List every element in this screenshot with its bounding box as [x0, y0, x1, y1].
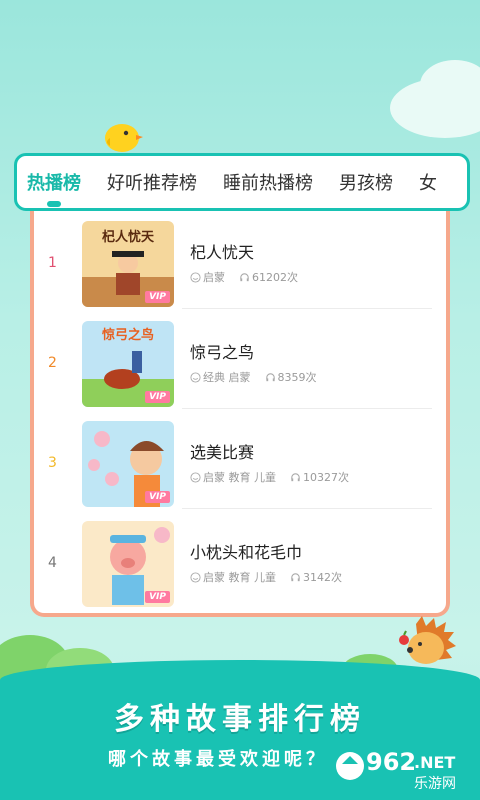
story-ranking-list: 1 杞人忧天 VIP 杞人忧天 启蒙 61202次 2 惊弓之鸟 VIP 惊弓之…: [30, 211, 450, 617]
tab-girls[interactable]: 女: [419, 169, 437, 195]
story-tags: 启蒙: [203, 271, 225, 284]
story-meta: 启蒙 教育 儿童 3142次: [190, 569, 342, 585]
list-item[interactable]: 2 惊弓之鸟 VIP 惊弓之鸟 经典 启蒙 8359次: [34, 311, 446, 409]
tab-recommend[interactable]: 好听推荐榜: [107, 169, 197, 195]
story-title: 杞人忧天: [190, 243, 255, 262]
tab-label: 女: [419, 173, 437, 194]
smile-icon: [190, 371, 201, 383]
row-divider: [182, 308, 432, 309]
headphones-icon: [265, 372, 275, 381]
smile-icon: [190, 571, 201, 583]
play-count: 8359次: [277, 371, 317, 384]
svg-text:962: 962: [366, 748, 416, 776]
tab-label: 好听推荐榜: [107, 173, 197, 194]
story-meta: 启蒙 61202次: [190, 269, 298, 285]
story-meta: 经典 启蒙 8359次: [190, 369, 317, 385]
vip-badge: VIP: [145, 491, 170, 503]
smile-icon: [190, 271, 201, 283]
hedgehog-icon: [399, 616, 456, 664]
list-item[interactable]: 1 杞人忧天 VIP 杞人忧天 启蒙 61202次: [34, 211, 446, 309]
story-thumbnail: 杞人忧天 VIP: [82, 221, 174, 307]
rank-number: 2: [48, 355, 57, 371]
bird-icon: [105, 124, 143, 152]
rank-number: 1: [48, 255, 57, 271]
svg-text:乐游网: 乐游网: [414, 776, 456, 792]
story-thumbnail: 惊弓之鸟 VIP: [82, 321, 174, 407]
tab-bedtime[interactable]: 睡前热播榜: [223, 169, 313, 195]
story-meta: 启蒙 教育 儿童 10327次: [190, 469, 349, 485]
promo-headline: 多种故事排行榜: [114, 702, 366, 737]
story-title: 小枕头和花毛巾: [190, 543, 303, 562]
tab-hot[interactable]: 热播榜: [27, 169, 81, 207]
play-count: 61202次: [252, 271, 298, 284]
rank-number: 4: [48, 555, 57, 571]
tab-label: 睡前热播榜: [223, 173, 313, 194]
story-tags: 启蒙 教育 儿童: [203, 571, 276, 584]
story-title: 惊弓之鸟: [190, 343, 255, 362]
tab-boys[interactable]: 男孩榜: [339, 169, 393, 195]
rank-number: 3: [48, 455, 57, 471]
thumb-caption: 杞人忧天: [102, 229, 155, 245]
thumb-caption: 惊弓之鸟: [102, 327, 154, 343]
vip-badge: VIP: [145, 591, 170, 603]
smile-icon: [190, 471, 201, 483]
ranking-tabbar: 热播榜 好听推荐榜 睡前热播榜 男孩榜 女: [14, 153, 470, 211]
headphones-icon: [240, 272, 249, 281]
headphones-icon: [291, 472, 300, 481]
row-divider: [182, 508, 432, 509]
vip-badge: VIP: [145, 291, 170, 303]
headphones-icon: [291, 572, 300, 581]
list-item[interactable]: 3 VIP 选美比赛 启蒙 教育 儿童 10327次: [34, 411, 446, 509]
story-title: 选美比赛: [190, 443, 255, 462]
story-thumbnail: VIP: [82, 421, 174, 507]
story-tags: 启蒙 教育 儿童: [203, 471, 276, 484]
site-watermark-logo: 962 .NET 乐游网: [336, 748, 456, 792]
svg-text:.NET: .NET: [414, 753, 455, 772]
story-tags: 经典 启蒙: [203, 371, 251, 384]
play-count: 3142次: [303, 571, 342, 584]
tab-label: 热播榜: [27, 173, 81, 194]
active-tab-indicator: [47, 201, 61, 207]
tab-label: 男孩榜: [339, 173, 393, 194]
vip-badge: VIP: [145, 391, 170, 403]
row-divider: [182, 408, 432, 409]
promo-subline: 哪个故事最受欢迎呢？: [108, 749, 328, 770]
list-item[interactable]: 4 VIP 小枕头和花毛巾 启蒙 教育 儿童 3142次: [34, 511, 446, 607]
play-count: 10327次: [303, 471, 349, 484]
story-thumbnail: VIP: [82, 521, 174, 607]
